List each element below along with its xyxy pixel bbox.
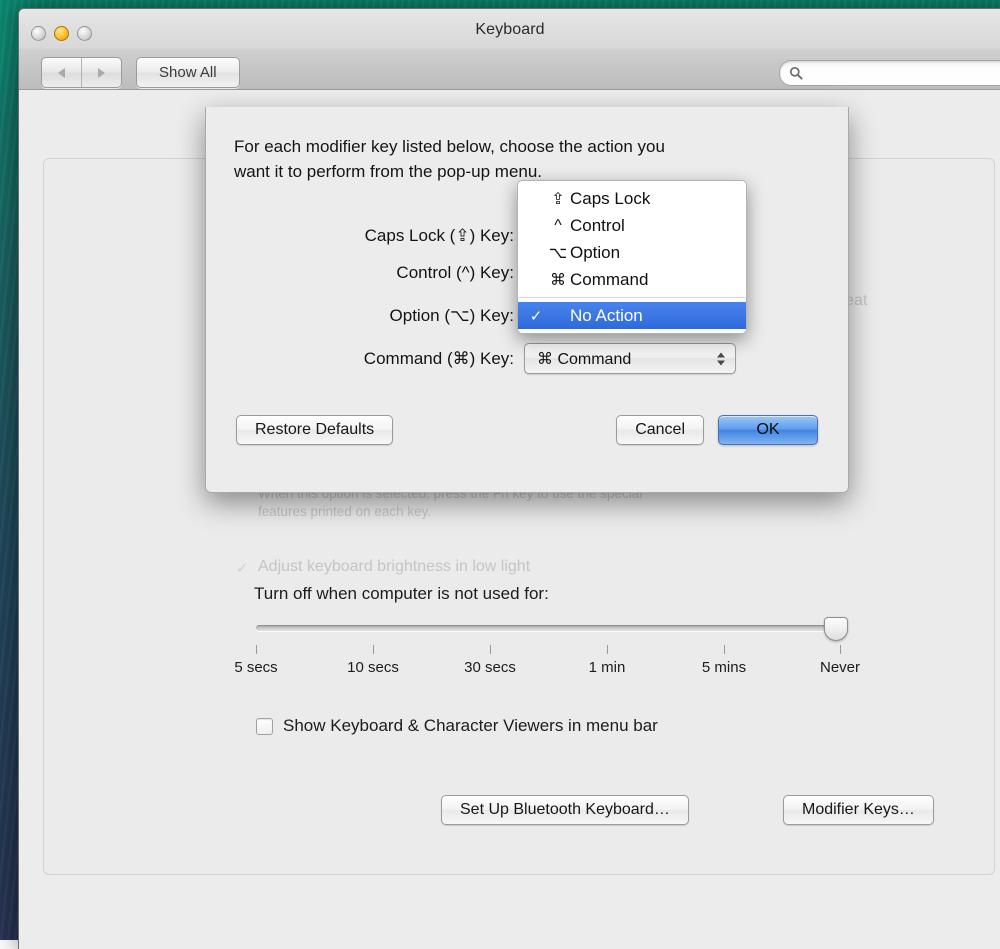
command-label: Command (⌘) Key: [236, 349, 524, 369]
tick-label-3: 1 min [589, 659, 626, 676]
menu-item-label: No Action [570, 306, 643, 326]
page-title: Keyboard [18, 21, 1000, 39]
back-button[interactable] [42, 58, 81, 87]
sheet-button-bar: Restore Defaults Cancel OK [206, 415, 848, 445]
control-glyph-icon: ^ [546, 217, 570, 235]
ok-button[interactable]: OK [718, 415, 818, 445]
use-fn-keys-description-line2: features printed on each key. [258, 504, 431, 519]
turn-off-slider-labels: 5 secs 10 secs 30 secs 1 min 5 mins Neve… [194, 659, 914, 679]
tick-label-2: 30 secs [464, 659, 516, 676]
show-viewers-label: Show Keyboard & Character Viewers in men… [283, 716, 658, 736]
menu-item-control[interactable]: ^ Control [518, 212, 746, 239]
chevron-updown-icon [717, 352, 725, 365]
turn-off-slider-track[interactable] [256, 625, 841, 631]
tick-label-5: Never [820, 659, 860, 676]
show-viewers-checkbox[interactable] [256, 718, 273, 735]
menu-item-no-action[interactable]: ✓ No Action [518, 302, 746, 329]
tick-label-0: 5 secs [234, 659, 277, 676]
command-popup[interactable]: ⌘ Command [524, 343, 736, 374]
cancel-button[interactable]: Cancel [616, 415, 704, 445]
window-titlebar: Keyboard Show All [19, 9, 1000, 90]
option-label: Option (⌥) Key: [236, 306, 524, 326]
menu-item-caps-lock[interactable]: ⇪ Caps Lock [518, 185, 746, 212]
search-icon [789, 66, 803, 80]
show-all-button[interactable]: Show All [136, 57, 240, 88]
selected-checkmark-icon: ✓ [526, 307, 546, 325]
restore-defaults-button[interactable]: Restore Defaults [236, 415, 393, 445]
caps-lock-label: Caps Lock (⇪) Key: [236, 226, 524, 246]
menu-separator [519, 297, 745, 298]
menu-item-label: Command [570, 270, 648, 290]
navigation-segmented-control[interactable] [41, 57, 122, 88]
menu-item-command[interactable]: ⌘ Command [518, 266, 746, 293]
caps-lock-action-menu[interactable]: ⇪ Caps Lock ^ Control ⌥ Option ⌘ Command… [517, 180, 747, 334]
setup-bluetooth-keyboard-button[interactable]: Set Up Bluetooth Keyboard… [441, 795, 689, 825]
control-label: Control (^) Key: [236, 263, 524, 283]
turn-off-slider-thumb[interactable] [824, 617, 848, 641]
show-viewers-row[interactable]: Show Keyboard & Character Viewers in men… [256, 716, 658, 736]
menu-item-option[interactable]: ⌥ Option [518, 239, 746, 266]
tick-label-4: 5 mins [702, 659, 746, 676]
search-field[interactable] [779, 60, 1000, 86]
sheet-instructions: For each modifier key listed below, choo… [234, 135, 814, 184]
sheet-instructions-line1: For each modifier key listed below, choo… [234, 135, 814, 160]
turn-off-label: Turn off when computer is not used for: [254, 584, 549, 604]
forward-button[interactable] [81, 58, 121, 87]
caps-lock-glyph-icon: ⇪ [546, 189, 570, 209]
modifier-keys-button[interactable]: Modifier Keys… [783, 795, 934, 825]
preferences-body: Key Repeat Delay Until Repeat Off Slow F… [19, 90, 1000, 949]
command-popup-value: ⌘ Command [537, 349, 631, 369]
adjust-brightness-label: Adjust keyboard brightness in low light [258, 558, 530, 576]
command-row: Command (⌘) Key: ⌘ Command [236, 343, 736, 374]
forward-arrow-icon [98, 68, 105, 78]
search-input[interactable] [803, 66, 1000, 81]
tick-label-1: 10 secs [347, 659, 399, 676]
turn-off-slider-ticks [256, 645, 841, 654]
menu-item-label: Option [570, 243, 620, 263]
option-glyph-icon: ⌥ [546, 243, 570, 263]
command-glyph-icon: ⌘ [546, 270, 570, 290]
adjust-brightness-checkmark-icon: ✓ [236, 559, 249, 577]
keyboard-preferences-window: Keyboard Show All Key Repeat D [18, 8, 1000, 949]
menu-item-label: Control [570, 216, 625, 236]
back-arrow-icon [58, 68, 65, 78]
menu-item-label: Caps Lock [570, 189, 650, 209]
